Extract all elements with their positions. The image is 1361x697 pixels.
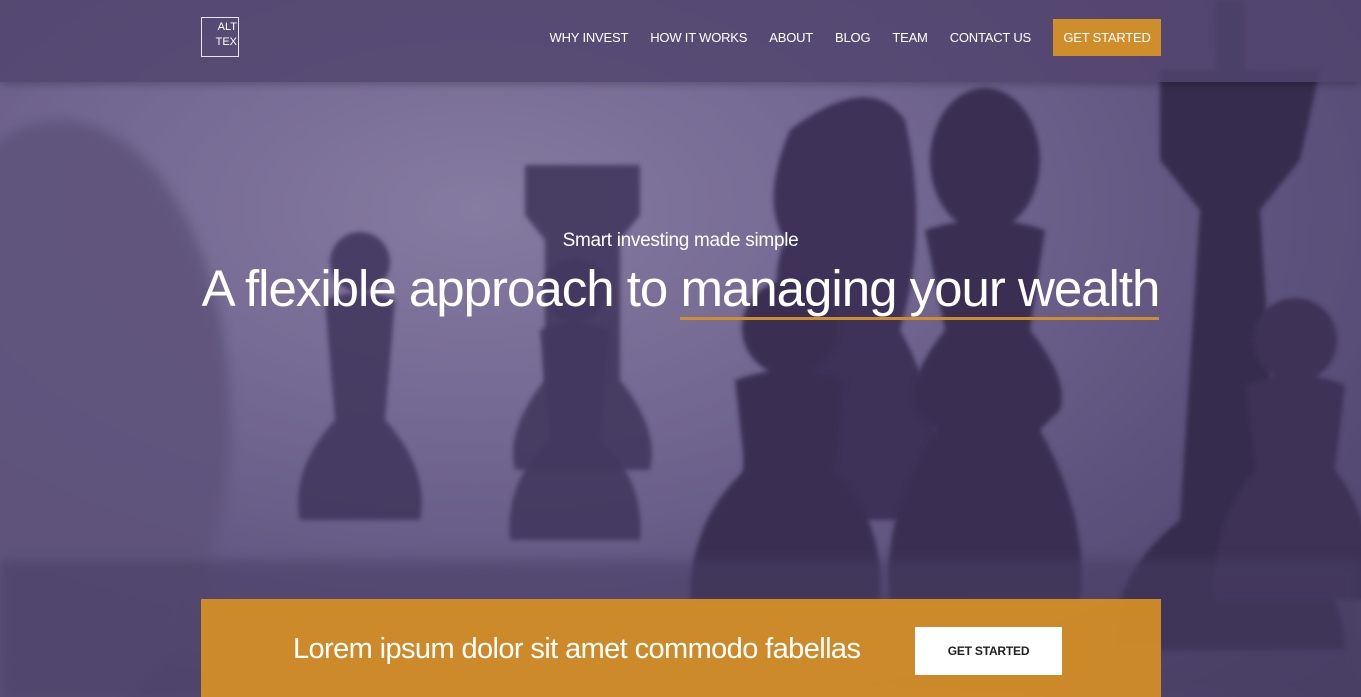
hero-headline-prefix: A flexible approach to [201, 260, 669, 317]
nav-links: WHY INVEST HOW IT WORKS ABOUT BLOG TEAM … [528, 0, 1161, 74]
navbar: ALT TEX WHY INVEST HOW IT WORKS ABOUT BL… [0, 0, 1361, 82]
hero-tagline: Smart investing made simple [562, 230, 799, 251]
nav-why-invest[interactable]: WHY INVEST [550, 30, 629, 45]
logo-broken-image-icon[interactable]: ALT TEX [201, 17, 239, 57]
cta-banner: Lorem ipsum dolor sit amet commodo fabel… [201, 599, 1161, 697]
cta-get-started-button[interactable]: GET STARTED [915, 627, 1062, 675]
hero-headline: A flexible approach to managing your wea… [0, 256, 1361, 322]
hero-section: Smart investing made simple A flexible a… [0, 230, 1361, 322]
logo-alt-text: ALT TEX [215, 21, 237, 48]
hero-overlay [0, 0, 1361, 697]
cta-banner-text: Lorem ipsum dolor sit amet commodo fabel… [293, 633, 861, 665]
nav-blog[interactable]: BLOG [835, 30, 871, 45]
nav-contact-us[interactable]: CONTACT US [950, 30, 1032, 45]
hero-headline-accent: managing your wealth [680, 260, 1160, 320]
nav-about[interactable]: ABOUT [769, 30, 813, 45]
nav-how-it-works[interactable]: HOW IT WORKS [650, 30, 747, 45]
nav-get-started-button[interactable]: GET STARTED [1053, 18, 1161, 56]
landing-page: ALT TEX WHY INVEST HOW IT WORKS ABOUT BL… [0, 0, 1361, 697]
nav-team[interactable]: TEAM [892, 30, 928, 45]
